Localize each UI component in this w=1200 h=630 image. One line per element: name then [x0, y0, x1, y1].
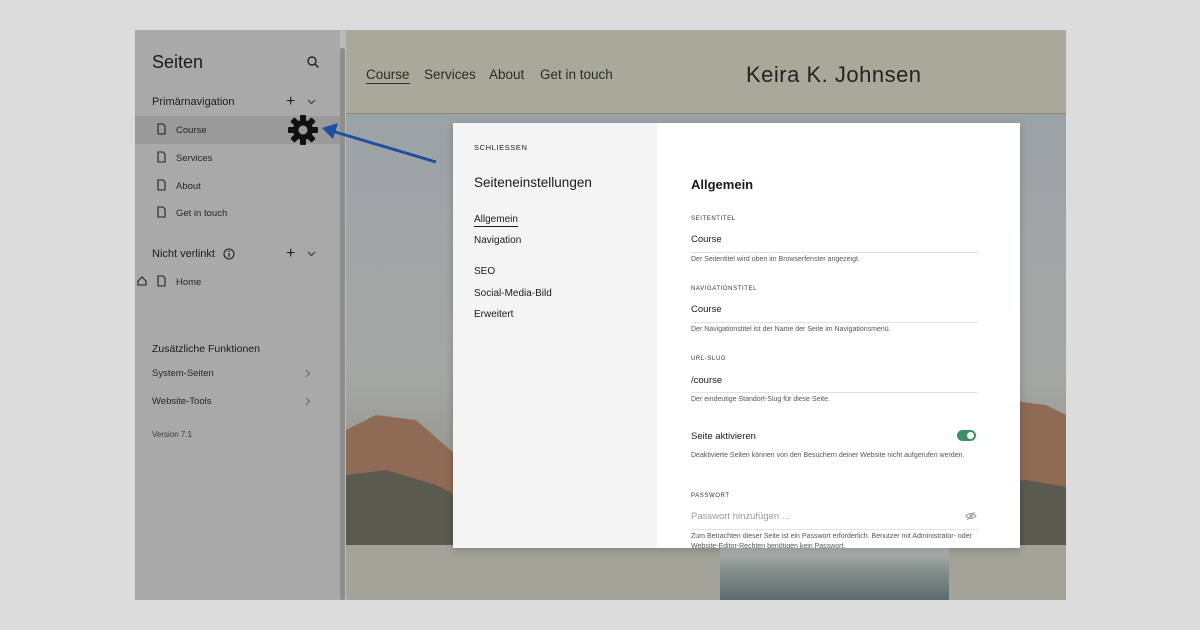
enable-page-toggle[interactable] [957, 430, 976, 441]
close-button[interactable]: SCHLIESSEN [474, 143, 528, 152]
field-underline [691, 252, 978, 253]
add-page-primary-button[interactable]: + [286, 94, 295, 110]
page-content-area [346, 545, 1066, 600]
site-nav-get-in-touch[interactable]: Get in touch [540, 67, 613, 82]
settings-content-panel: Allgemein SEITENTITEL Course Der Seitent… [657, 123, 1020, 548]
home-icon [137, 276, 147, 286]
tab-advanced[interactable]: Erweitert [474, 309, 513, 320]
dialog-title: Seiteneinstellungen [474, 175, 592, 190]
info-icon[interactable] [223, 248, 235, 260]
section-additional-features: Zusätzliche Funktionen [152, 343, 260, 355]
page-item-about[interactable]: About [135, 172, 340, 200]
nav-title-label: NAVIGATIONSTITEL [691, 286, 758, 292]
page-item-label: About [176, 181, 201, 192]
page-item-label: Get in touch [176, 208, 228, 219]
system-pages-link[interactable]: System-Seiten [152, 368, 214, 379]
website-tools-link[interactable]: Website-Tools [152, 396, 212, 407]
section-not-linked: Nicht verlinkt [152, 248, 215, 260]
toggle-knob [967, 432, 974, 439]
site-header: Course Services About Get in touch Keira… [346, 30, 1066, 114]
site-nav-services[interactable]: Services [424, 67, 476, 82]
enable-page-help: Deaktivierte Seiten können von den Besuc… [691, 452, 965, 459]
section-title: Allgemein [691, 177, 754, 192]
chevron-down-icon[interactable] [307, 99, 316, 105]
settings-menu-panel: SCHLIESSEN Seiteneinstellungen Allgemein… [453, 123, 657, 548]
page-title-field[interactable]: Course [691, 234, 722, 245]
section-primary-navigation: Primärnavigation [152, 96, 235, 108]
tab-social-media-image[interactable]: Social-Media-Bild [474, 288, 552, 299]
page-icon [157, 275, 166, 287]
page-icon [157, 179, 166, 191]
page-icon [157, 206, 166, 218]
page-title-help: Der Seitentitel wird oben im Browserfens… [691, 256, 860, 263]
site-nav-course[interactable]: Course [366, 67, 410, 84]
field-underline [691, 529, 978, 530]
page-icon [157, 123, 166, 135]
tab-seo[interactable]: SEO [474, 266, 495, 277]
url-slug-label: URL-SLUG [691, 356, 727, 362]
annotation-arrow [322, 123, 437, 164]
page-item-home[interactable]: Home [135, 268, 340, 296]
eye-off-icon[interactable] [965, 511, 977, 521]
page-settings-dialog: SCHLIESSEN Seiteneinstellungen Allgemein… [453, 123, 1020, 548]
password-input[interactable]: Passwort hinzufügen ... [691, 511, 790, 522]
gear-icon[interactable] [287, 114, 319, 146]
url-slug-help: Der eindeutige Standort-Slug für diese S… [691, 396, 830, 403]
site-nav-about[interactable]: About [489, 67, 524, 82]
search-icon[interactable] [306, 55, 320, 69]
nav-title-help: Der Navigationstitel ist der Name der Se… [691, 326, 891, 333]
page-item-label: Home [176, 277, 202, 288]
lake-image [720, 545, 949, 600]
add-page-unlinked-button[interactable]: + [286, 246, 295, 262]
field-underline [691, 392, 978, 393]
site-title: Keira K. Johnsen [746, 62, 922, 87]
chevron-right-icon[interactable] [305, 397, 311, 406]
version-label: Version 7.1 [152, 430, 193, 439]
page-item-label: Course [176, 125, 207, 136]
page-item-label: Services [176, 153, 213, 164]
url-slug-field[interactable]: /course [691, 375, 722, 386]
panel-title: Seiten [152, 52, 204, 72]
page-item-services[interactable]: Services [135, 144, 340, 172]
page-icon [157, 151, 166, 163]
chevron-down-icon[interactable] [307, 251, 316, 257]
field-underline [691, 322, 978, 323]
page-item-get-in-touch[interactable]: Get in touch [135, 199, 340, 227]
nav-title-field[interactable]: Course [691, 304, 722, 315]
tab-navigation[interactable]: Navigation [474, 235, 521, 246]
password-help: Zum Betrachten dieser Seite ist ein Pass… [691, 533, 972, 548]
chevron-right-icon[interactable] [305, 369, 311, 378]
enable-page-label: Seite aktivieren [691, 431, 756, 442]
password-label: PASSWORT [691, 493, 730, 499]
tab-general[interactable]: Allgemein [474, 214, 518, 227]
page-title-label: SEITENTITEL [691, 216, 736, 222]
